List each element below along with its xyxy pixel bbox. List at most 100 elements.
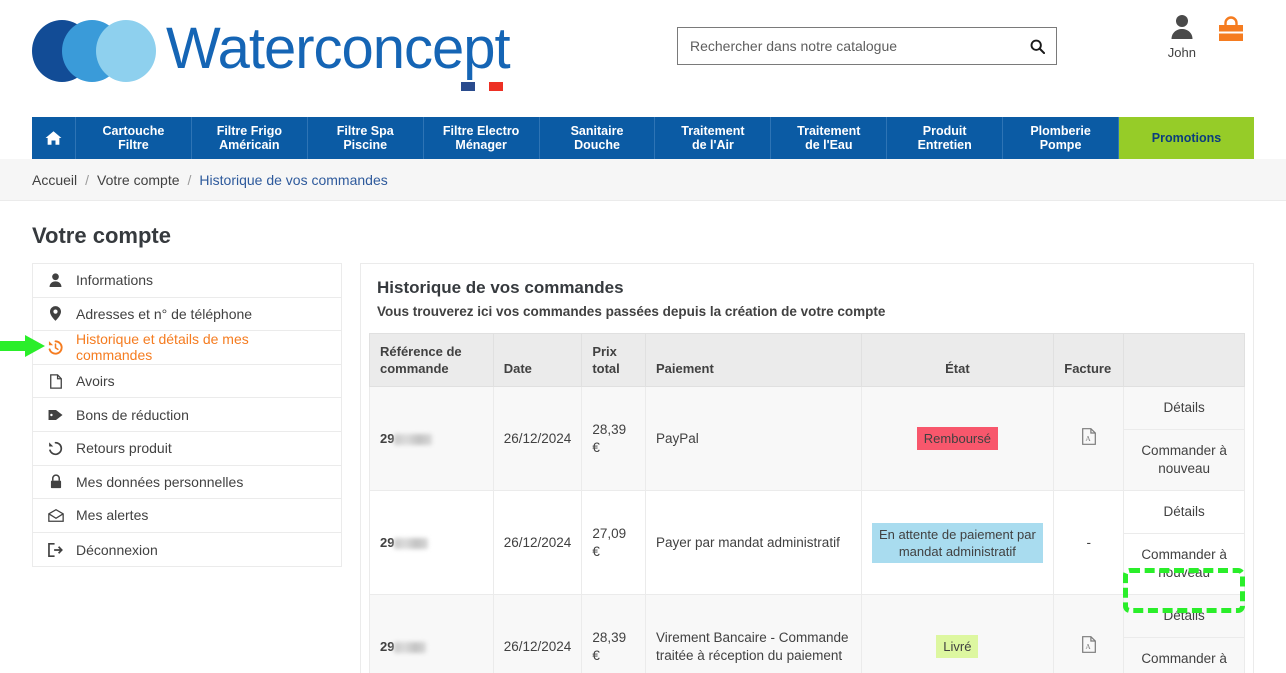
breadcrumb-separator: / [187,171,192,188]
nav-item-2[interactable]: Filtre Spa Piscine [308,117,424,159]
sidebar-item-label: Historique et détails de mes commandes [76,331,249,364]
cell-date: 26/12/2024 [492,386,583,491]
site-logo[interactable]: Waterconcept [32,8,511,92]
logo-circle-light [96,20,156,82]
breadcrumb-item-1[interactable]: Votre compte [97,172,180,188]
orders-table: Référence de commande Date Prix total Pa… [369,333,1245,673]
col-total: Prix total [581,333,646,387]
french-flag-icon [459,81,504,92]
undo-icon [47,440,64,457]
order-reference-prefix: 29 [380,534,395,550]
status-badge: Livré [936,635,979,658]
svg-text:A: A [1085,434,1091,443]
cell-reference: 29XXXXX [369,386,494,491]
lock-icon [47,473,64,490]
header-account-zone: John [1168,14,1246,60]
col-actions [1123,333,1245,387]
green-arrow-icon [0,335,45,357]
sidebar-item-label: Informations [76,272,154,289]
history-icon [47,339,64,356]
table-row: 29XXXX 26/12/2024 27,09 € Payer par mand… [369,490,1245,595]
col-invoice: Facture [1053,333,1125,387]
nav-item-4[interactable]: Sanitaire Douche [540,117,656,159]
shopping-bag-icon [1219,16,1243,41]
nav-item-7[interactable]: Produit Entretien [887,117,1004,159]
sidebar-item-label: Bons de réduction [76,406,189,423]
user-icon [1171,15,1193,39]
sidebar-item-label: Mes alertes [76,507,149,524]
sidebar-item-informations[interactable]: Informations [33,264,341,298]
cart-link[interactable] [1216,14,1246,49]
order-reference-redacted: XXXXX [394,433,433,445]
sidebar-item-retours-produit[interactable]: Retours produit [33,432,341,466]
nav-item-1[interactable]: Filtre Frigo Américain [192,117,308,159]
file-icon [47,373,64,390]
col-status: État [860,333,1055,387]
cell-actions: Détails Commander à nouveau [1123,386,1245,491]
card-title: Historique de vos commandes [377,278,624,297]
sidebar-item-donnees-personnelles[interactable]: Mes données personnelles [33,466,341,500]
cell-invoice[interactable]: A [1053,594,1125,673]
nav-item-home[interactable] [32,117,76,159]
details-link-highlighted[interactable]: Détails [1124,595,1244,638]
nav-item-0[interactable]: Cartouche Filtre [76,117,192,159]
sidebar-item-order-history[interactable]: Historique et détails de mes commandes [33,331,341,365]
reorder-link[interactable]: Commander à nouveau [1124,430,1244,490]
pdf-icon: A [1081,427,1096,445]
reorder-link[interactable]: Commander à nouveau [1124,534,1244,594]
cell-actions: Détails Commander à nouveau [1123,490,1245,595]
sidebar-item-bons-reduction[interactable]: Bons de réduction [33,398,341,432]
map-pin-icon [47,305,64,322]
cell-reference: 29XXXX [369,490,494,595]
cell-payment: PayPal [644,386,862,491]
details-link[interactable]: Détails [1124,491,1244,534]
search-submit-button[interactable] [1018,28,1056,64]
orders-table-head: Référence de commande Date Prix total Pa… [369,333,1245,387]
cell-invoice[interactable]: A [1053,386,1125,491]
nav-item-5[interactable]: Traitement de l'Air [655,117,772,159]
breadcrumb-item-2[interactable]: Historique de vos commandes [199,172,387,188]
sidebar-item-label: Avoirs [76,373,115,390]
nav-item-promotions[interactable]: Promotions [1119,117,1255,159]
pdf-icon: A [1081,635,1096,653]
sidebar-item-adresses[interactable]: Adresses et n° de téléphone [33,298,341,332]
breadcrumb: Accueil / Votre compte / Historique de v… [0,159,1286,201]
order-history-card: Historique de vos commandes Vous trouver… [360,263,1254,673]
status-badge: En attente de paiement par mandat admini… [871,522,1044,563]
page-content: Informations Adresses et n° de téléphone… [0,263,1286,673]
home-icon [45,131,62,145]
nav-item-8[interactable]: Plomberie Pompe [1003,117,1120,159]
order-reference-prefix: 29 [380,430,395,446]
cell-payment: Virement Bancaire - Commande traitée à r… [644,594,862,673]
nav-item-6[interactable]: Traitement de l'Eau [771,117,888,159]
order-reference-redacted: XXXX [394,537,429,549]
col-payment: Paiement [644,333,862,387]
sidebar-item-deconnexion[interactable]: Déconnexion [33,533,341,567]
account-link[interactable]: John [1168,14,1196,60]
table-header-row: Référence de commande Date Prix total Pa… [369,333,1245,387]
search-input[interactable] [678,38,1018,54]
page-title: Votre compte [32,223,171,248]
account-sidebar: Informations Adresses et n° de téléphone… [0,263,342,568]
details-link[interactable]: Détails [1124,387,1244,430]
cell-actions: Détails Commander à nouveau [1123,594,1245,673]
breadcrumb-item-0[interactable]: Accueil [32,172,77,188]
nav-item-3[interactable]: Filtre Electro Ménager [424,117,540,159]
logo-circles-icon [32,15,172,83]
cell-date: 26/12/2024 [492,594,583,673]
search-icon [1030,39,1045,54]
search-bar[interactable] [677,27,1057,65]
cell-invoice: - [1053,490,1125,595]
order-reference-redacted: XXXX [394,641,427,653]
sidebar-item-mes-alertes[interactable]: Mes alertes [33,499,341,533]
reorder-link[interactable]: Commander à nouveau [1124,638,1244,673]
status-badge: Remboursé [916,427,998,450]
cell-total: 27,09 € [581,490,646,595]
breadcrumb-separator: / [85,171,90,188]
col-reference: Référence de commande [369,333,494,387]
cell-status: Remboursé [860,386,1055,491]
cell-total: 28,39 € [581,386,646,491]
sidebar-item-avoirs[interactable]: Avoirs [33,365,341,399]
sidebar-item-label: Mes données personnelles [76,473,244,490]
table-row: 29XXXXX 26/12/2024 28,39 € PayPal Rembou… [369,386,1245,491]
